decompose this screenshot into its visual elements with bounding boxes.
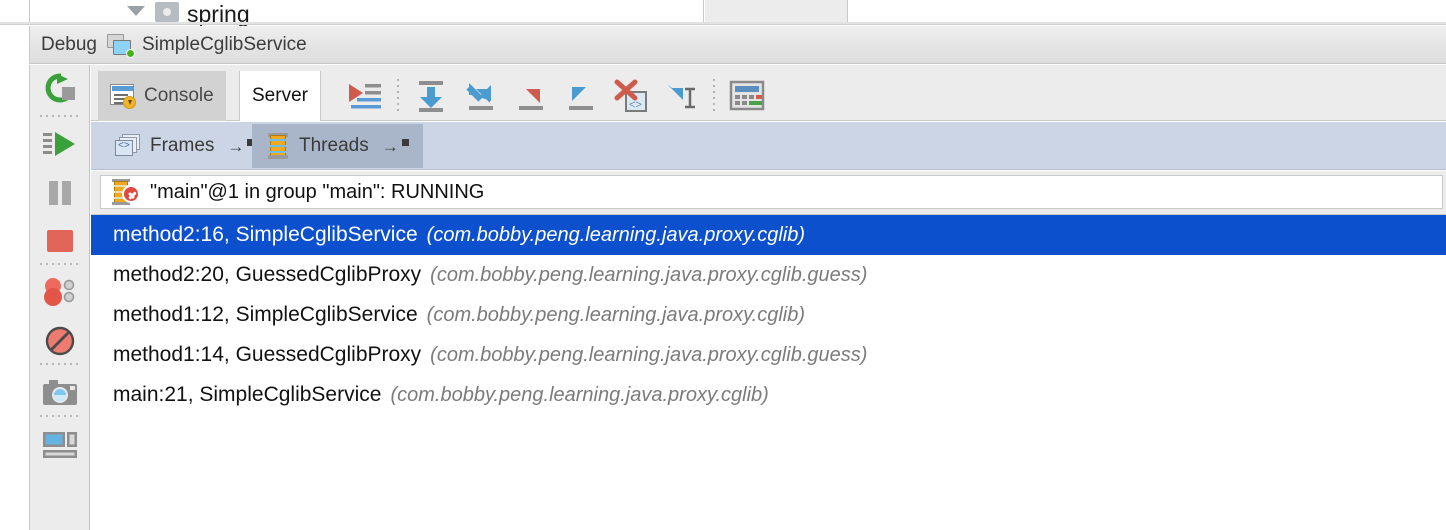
rerun-button[interactable] (30, 65, 90, 113)
frame-location: method1:14, GuessedCglibProxy (113, 343, 422, 366)
debug-header-bar: Debug SimpleCglibService (30, 26, 1446, 64)
evaluate-expression-button[interactable] (722, 71, 772, 121)
show-execution-point-button[interactable] (340, 71, 390, 121)
svg-text:<>: <> (629, 99, 642, 111)
frame-package: (com.bobby.peng.learning.java.proxy.cgli… (426, 223, 806, 246)
debug-tool-window: spring Debug SimpleCglibService Console … (0, 0, 1446, 530)
get-thread-dump-button[interactable] (30, 369, 90, 417)
view-breakpoints-button[interactable] (30, 269, 90, 317)
rail-separator (38, 263, 82, 265)
mute-breakpoints-button[interactable] (30, 317, 90, 365)
top-right-area (849, 0, 1446, 22)
detach-arrow-icon: → (227, 136, 245, 156)
frame-package: (com.bobby.peng.learning.java.proxy.cgli… (430, 263, 868, 286)
subtab-frames-label: Frames (150, 135, 215, 156)
rail-separator (38, 115, 82, 117)
divider (0, 22, 1446, 25)
pause-icon (49, 181, 71, 205)
layout-settings-button[interactable] (30, 421, 90, 469)
frame-location: method1:12, SimpleCglibService (113, 303, 418, 326)
rail-separator (38, 363, 82, 365)
mute-breakpoints-icon (45, 326, 75, 356)
calculator-icon (729, 80, 765, 111)
force-step-into-icon (519, 85, 543, 110)
table-row[interactable]: main:21, SimpleCglibService (com.bobby.p… (91, 375, 1446, 415)
header-left-gutter (0, 26, 30, 64)
table-row[interactable]: method1:14, GuessedCglibProxy (com.bobby… (91, 335, 1446, 375)
drop-frame-icon: <> (614, 79, 647, 112)
frame-package: (com.bobby.peng.learning.java.proxy.cgli… (426, 303, 806, 326)
toolbar-separator (397, 77, 399, 115)
run-to-cursor-button[interactable] (656, 71, 706, 121)
tab-console-label: Console (144, 85, 214, 106)
tab-server[interactable]: Server (239, 71, 321, 121)
rerun-icon (45, 73, 75, 103)
drop-frame-button[interactable]: <> (606, 71, 656, 121)
debug-label: Debug (41, 33, 97, 55)
run-to-cursor-icon (667, 84, 695, 109)
step-over-icon (419, 81, 443, 112)
thread-selector-area: "main"@1 in group "main": RUNNING (91, 171, 1446, 214)
step-out-button[interactable] (556, 71, 606, 121)
frame-package: (com.bobby.peng.learning.java.proxy.cgli… (390, 383, 769, 406)
tab-server-label: Server (252, 85, 308, 106)
subtab-threads-label: Threads (299, 135, 369, 156)
session-name: SimpleCglibService (142, 33, 307, 55)
table-row[interactable]: method1:12, SimpleCglibService (com.bobb… (91, 295, 1446, 335)
debug-actions-toolbar: <> (340, 71, 772, 121)
resume-icon (43, 132, 75, 156)
stop-button[interactable] (30, 217, 90, 265)
detach-square-icon (401, 139, 409, 146)
step-into-icon (466, 83, 493, 110)
resume-program-button[interactable] (30, 121, 90, 169)
pause-program-button[interactable] (30, 169, 90, 217)
table-row[interactable]: method2:20, GuessedCglibProxy (com.bobby… (91, 255, 1446, 295)
frame-location: main:21, SimpleCglibService (113, 383, 382, 406)
step-out-icon (569, 83, 593, 110)
thread-spool-icon (266, 133, 290, 159)
layout-icon (43, 432, 77, 458)
subtab-frames[interactable]: Frames → (101, 124, 268, 168)
chevron-down-icon[interactable] (127, 6, 145, 16)
threads-detach-control[interactable]: → (382, 138, 409, 155)
table-row[interactable]: method2:16, SimpleCglibService (com.bobb… (91, 215, 1446, 255)
debug-side-toolbar (30, 65, 90, 530)
top-panel-segment (705, 0, 848, 22)
frames-icon (115, 134, 141, 158)
left-gutter (0, 0, 30, 22)
frame-location: method2:16, SimpleCglibService (113, 223, 418, 246)
frames-detach-control[interactable]: → (227, 136, 255, 156)
tab-console[interactable]: Console (98, 71, 226, 121)
show-execution-point-icon (349, 84, 381, 109)
rail-separator (38, 415, 82, 417)
thread-status-label: "main"@1 in group "main": RUNNING (150, 180, 485, 203)
debug-tab-bar: Console Server <> (91, 65, 1446, 121)
frame-location: method2:20, GuessedCglibProxy (113, 263, 422, 286)
project-tree-strip: spring (0, 0, 1446, 26)
thread-suspended-icon (111, 179, 141, 205)
frames-threads-tab-bar: Frames → Threads → (91, 122, 1446, 170)
breakpoints-icon (44, 278, 75, 306)
frame-package: (com.bobby.peng.learning.java.proxy.cgli… (430, 343, 868, 366)
thread-selector[interactable]: "main"@1 in group "main": RUNNING (100, 175, 1443, 209)
step-into-button[interactable] (456, 71, 506, 121)
stack-frames-list[interactable]: method2:16, SimpleCglibService (com.bobb… (91, 214, 1446, 530)
camera-icon (43, 380, 77, 405)
tree-item-spring[interactable]: spring (31, 0, 704, 26)
detach-arrow-icon: → (381, 136, 399, 156)
force-step-into-button[interactable] (506, 71, 556, 121)
running-process-icon (107, 33, 135, 58)
console-icon (110, 84, 136, 109)
rail-left-gutter (0, 65, 30, 530)
toolbar-separator (713, 77, 715, 115)
step-over-button[interactable] (406, 71, 456, 121)
module-icon (155, 2, 179, 22)
stop-icon (47, 230, 73, 252)
subtab-threads[interactable]: Threads → (252, 124, 423, 168)
